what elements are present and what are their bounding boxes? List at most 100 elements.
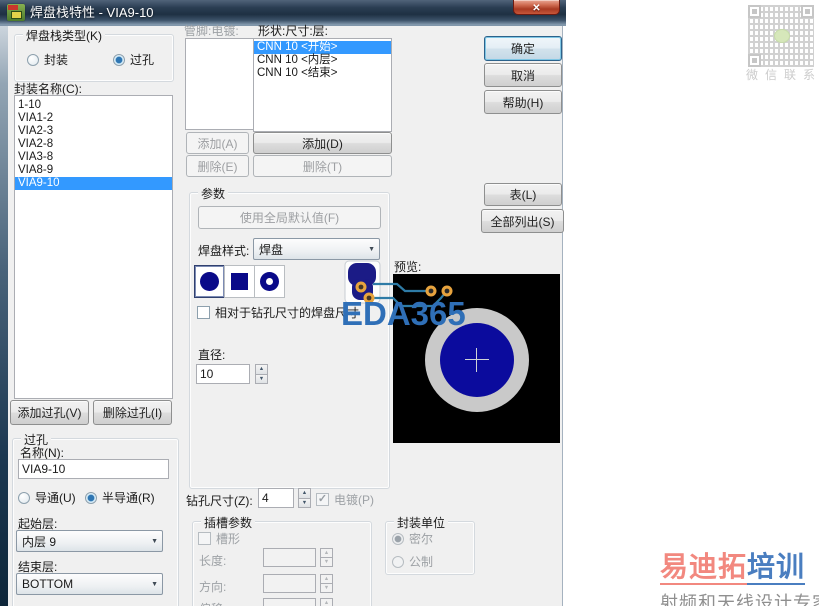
- yditu-title-blue: 培训: [747, 551, 806, 585]
- slot-length-label: 长度:: [199, 554, 227, 568]
- list-item[interactable]: VIA8-9: [15, 164, 172, 177]
- shape-listbox[interactable]: CNN 10 <开始> CNN 10 <内层> CNN 10 <结束>: [253, 38, 392, 132]
- pads-app-icon: [7, 4, 25, 21]
- decal-listbox[interactable]: 1-10 VIA1-2 VIA2-3 VIA2-8 VIA3-8 VIA8-9 VIA9-1…: [14, 95, 173, 399]
- slot-length-spinner: ▲ ▼: [320, 548, 333, 567]
- pad-shape-circle-button[interactable]: [194, 265, 225, 298]
- pad-style-value: 焊盘: [259, 242, 284, 257]
- spin-down-icon: ▼: [320, 584, 333, 593]
- slot-orientation-label: 方向:: [199, 580, 227, 594]
- slot-length-input: [263, 548, 316, 567]
- yditu-title-red: 易迪拓: [660, 551, 748, 585]
- pin-add-button[interactable]: 添加(A): [186, 132, 249, 154]
- pad-shape-square-button[interactable]: [224, 265, 255, 298]
- radio-partial[interactable]: 半导通(R): [85, 489, 155, 506]
- qr-center-logo: [774, 29, 790, 43]
- pad-shape-donut-button[interactable]: [254, 265, 285, 298]
- preview-crosshair: [465, 359, 489, 360]
- list-all-button[interactable]: 全部列出(S): [481, 209, 564, 233]
- drill-size-input[interactable]: 4: [258, 488, 294, 508]
- add-via-button-label: 添加过孔(V): [17, 406, 82, 420]
- list-item[interactable]: VIA2-3: [15, 125, 172, 138]
- yditu-subtitle: 射频和天线设计专家: [660, 593, 819, 606]
- chevron-down-icon: ▼: [151, 537, 158, 545]
- slotted-checkbox: [198, 532, 211, 545]
- start-layer-combo[interactable]: 内层 9 ▼: [16, 530, 163, 552]
- list-item[interactable]: VIA1-2: [15, 112, 172, 125]
- spin-up-icon[interactable]: ▲: [255, 364, 268, 375]
- list-item[interactable]: CNN 10 <内层>: [254, 54, 391, 67]
- list-item[interactable]: CNN 10 <结束>: [254, 67, 391, 80]
- via-name-input[interactable]: VIA9-10: [18, 459, 169, 479]
- pin-plated-listbox[interactable]: [185, 38, 258, 130]
- spin-down-icon: ▼: [320, 558, 333, 567]
- spin-up-icon: ▲: [320, 574, 333, 584]
- preview-crosshair: [476, 348, 477, 372]
- table-button-label: 表(L): [509, 188, 537, 202]
- use-global-defaults-button[interactable]: 使用全局默认值(F): [198, 206, 381, 229]
- pin-remove-button[interactable]: 删除(E): [186, 155, 249, 177]
- radio-partial-label: 半导通(R): [102, 491, 155, 505]
- close-button[interactable]: ✕: [513, 0, 560, 15]
- slot-orientation-spinner: ▲ ▼: [320, 574, 333, 593]
- radio-metric-row: 公制: [392, 553, 433, 570]
- slot-group-label: 插槽参数: [201, 514, 256, 531]
- list-item[interactable]: 1-10: [15, 99, 172, 112]
- yditu-title: 易迪拓培训: [660, 545, 819, 585]
- plated-label: 电镀(P): [334, 493, 374, 507]
- end-layer-value: BOTTOM: [22, 577, 74, 591]
- radio-decal[interactable]: 封装: [27, 51, 68, 68]
- spin-down-icon[interactable]: ▼: [255, 374, 268, 384]
- ok-button[interactable]: 确定: [484, 36, 562, 61]
- diameter-label: 直径:: [198, 348, 226, 362]
- radio-partial-icon: [85, 491, 97, 504]
- radio-via-icon: [113, 53, 125, 66]
- help-button[interactable]: 帮助(H): [484, 90, 562, 114]
- drill-size-spinner[interactable]: ▲ ▼: [298, 488, 311, 508]
- list-item[interactable]: CNN 10 <开始>: [254, 41, 391, 54]
- list-item[interactable]: VIA9-10: [15, 177, 172, 190]
- drill-size-value: 4: [262, 491, 269, 505]
- radio-via[interactable]: 过孔: [113, 51, 154, 68]
- spin-down-icon[interactable]: ▼: [298, 498, 311, 508]
- spin-up-icon: ▲: [320, 548, 333, 558]
- parameters-group-label: 参数: [198, 185, 229, 202]
- shape-add-button[interactable]: 添加(D): [253, 132, 392, 154]
- pin-add-button-label: 添加(A): [197, 136, 238, 151]
- help-button-label: 帮助(H): [502, 95, 544, 110]
- dialog-title: 焊盘栈特性 - VIA9-10: [30, 5, 154, 20]
- shape-remove-button[interactable]: 删除(T): [253, 155, 392, 177]
- cancel-button[interactable]: 取消: [484, 63, 562, 87]
- square-pad-icon: [231, 273, 248, 290]
- table-button[interactable]: 表(L): [484, 183, 562, 206]
- slot-offset-input: [263, 598, 316, 606]
- list-item[interactable]: VIA2-8: [15, 138, 172, 151]
- radio-mils-label: 密尔: [409, 532, 434, 546]
- window-border-left: [0, 26, 8, 606]
- spin-up-icon[interactable]: ▲: [298, 488, 311, 499]
- use-global-defaults-label: 使用全局默认值(F): [239, 211, 340, 225]
- slot-orientation-input: [263, 574, 316, 593]
- shape-add-button-label: 添加(D): [302, 136, 343, 151]
- padstack-type-group: 焊盘栈类型(K) 封装 过孔: [14, 27, 174, 82]
- drill-size-label: 钻孔尺寸(Z):: [186, 494, 253, 508]
- end-layer-combo[interactable]: BOTTOM ▼: [16, 573, 163, 595]
- close-icon: ✕: [532, 3, 541, 14]
- diameter-spinner[interactable]: ▲ ▼: [255, 364, 268, 384]
- radio-through[interactable]: 导通(U): [18, 489, 76, 506]
- ok-button-label: 确定: [510, 42, 535, 56]
- radio-through-label: 导通(U): [35, 491, 76, 505]
- qr-finder-icon: [748, 5, 761, 18]
- units-group-label: 封装单位: [394, 514, 449, 531]
- radio-via-label: 过孔: [130, 53, 155, 67]
- list-item[interactable]: VIA3-8: [15, 151, 172, 164]
- slot-offset-label: 偏移:: [199, 600, 226, 606]
- shape-list-label: 形状:尺寸:层:: [258, 24, 329, 38]
- plated-checkbox: [316, 493, 329, 506]
- qr-finder-icon: [801, 5, 814, 18]
- remove-via-button[interactable]: 删除过孔(I): [93, 400, 172, 425]
- add-via-button[interactable]: 添加过孔(V): [10, 400, 89, 425]
- relative-size-checkbox[interactable]: [197, 306, 210, 319]
- diameter-input[interactable]: 10: [196, 364, 250, 384]
- list-all-button-label: 全部列出(S): [490, 214, 555, 229]
